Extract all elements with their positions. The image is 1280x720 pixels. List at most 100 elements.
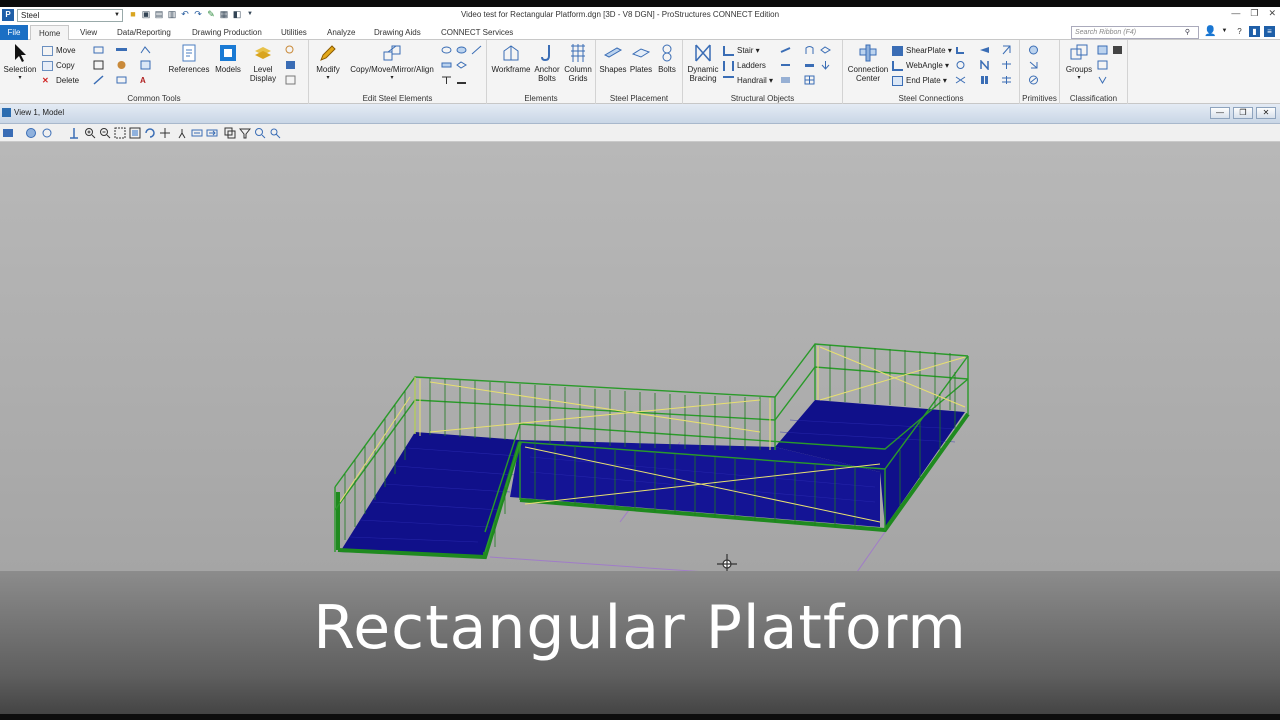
tab-connect-services[interactable]: CONNECT Services (441, 25, 513, 40)
classify-tool-1-icon[interactable] (1097, 45, 1108, 55)
previous-view-icon[interactable] (191, 127, 203, 139)
properties-icon[interactable] (140, 60, 151, 70)
edit-tool-1-icon[interactable] (441, 45, 452, 55)
structural-tool-6-icon[interactable] (820, 60, 831, 70)
edit-tool-3-icon[interactable] (471, 45, 482, 55)
user-icon[interactable]: 👤 (1204, 26, 1216, 37)
connection-tool-6-icon[interactable] (1001, 60, 1012, 70)
structural-tool-8-icon[interactable] (804, 75, 815, 85)
tab-utilities[interactable]: Utilities (281, 25, 307, 40)
measure-icon[interactable] (93, 75, 104, 85)
column-grids-button[interactable]: Column Grids (563, 43, 593, 83)
zoom-out-icon[interactable] (99, 127, 111, 139)
place-line-icon[interactable] (93, 45, 104, 55)
modify-button[interactable]: Modify ▾ (313, 43, 343, 83)
move-button[interactable]: Move (42, 45, 76, 57)
solid-icon[interactable] (1028, 45, 1039, 55)
connection-center-button[interactable]: Connection Center (846, 43, 890, 83)
structural-tool-3-icon[interactable] (820, 45, 831, 55)
shapes-button[interactable]: Shapes (599, 43, 627, 74)
edit-tool-2-icon[interactable] (456, 45, 467, 55)
copy-move-mirror-align-button[interactable]: Copy/Move/Mirror/Align ▾ (346, 43, 438, 83)
minimize-icon[interactable]: — (1231, 8, 1240, 19)
tab-drawing-production[interactable]: Drawing Production (192, 25, 262, 40)
clip-volume-icon[interactable] (239, 127, 251, 139)
connection-tool-2-icon[interactable] (979, 45, 990, 55)
copy-button[interactable]: Copy (42, 60, 75, 72)
level-display-button[interactable]: Level Display (246, 43, 280, 83)
rectangle-icon[interactable] (116, 75, 127, 85)
edit-tool-7-icon[interactable] (456, 75, 467, 85)
classify-tool-3-icon[interactable] (1097, 60, 1108, 70)
tab-view[interactable]: View (80, 25, 97, 40)
view-rotate-icon[interactable] (254, 127, 266, 139)
close-icon[interactable]: ✕ (1268, 8, 1276, 19)
delete-button[interactable]: ✕ Delete (42, 75, 79, 87)
modify-icon[interactable] (140, 45, 151, 55)
window-area-icon[interactable] (114, 127, 126, 139)
panel-icon[interactable]: ≡ (1264, 26, 1275, 37)
walk-icon[interactable] (176, 127, 188, 139)
handrail-button[interactable]: Handrail ▾ (723, 75, 773, 87)
zoom-in-icon[interactable] (84, 127, 96, 139)
view-minimize-icon[interactable]: — (1210, 107, 1230, 119)
structural-tool-1-icon[interactable] (780, 45, 791, 55)
tab-data-reporting[interactable]: Data/Reporting (117, 25, 171, 40)
search-ribbon-input[interactable]: Search Ribbon (F4) ⚲ (1071, 26, 1199, 39)
update-view-icon[interactable] (68, 127, 80, 139)
workframe-button[interactable]: Workframe (491, 43, 531, 74)
extrude-icon[interactable] (1028, 60, 1039, 70)
connection-tool-3-icon[interactable] (1001, 45, 1012, 55)
selection-button[interactable]: Selection ▾ (3, 43, 37, 83)
next-view-icon[interactable] (206, 127, 218, 139)
edit-tool-5-icon[interactable] (456, 60, 467, 70)
help-icon[interactable]: ? (1234, 26, 1245, 37)
groups-button[interactable]: Groups ▾ (1064, 43, 1094, 83)
ladders-button[interactable]: Ladders (723, 60, 766, 72)
connect-icon[interactable]: ▮ (1249, 26, 1260, 37)
edit-tool-6-icon[interactable] (441, 75, 452, 85)
fence-icon[interactable] (93, 60, 104, 70)
user-dropdown-icon[interactable]: ▼ (1219, 26, 1230, 37)
place-block-icon[interactable] (116, 45, 127, 55)
structural-tool-2-icon[interactable] (804, 45, 815, 55)
attributes-icon[interactable] (116, 60, 127, 70)
plates-button[interactable]: Plates (628, 43, 654, 74)
structural-tool-5-icon[interactable] (804, 60, 815, 70)
classify-tool-2-icon[interactable] (1112, 45, 1123, 55)
structural-tool-4-icon[interactable] (780, 60, 791, 70)
structural-tool-7-icon[interactable] (780, 75, 791, 85)
restore-icon[interactable]: ❐ (1250, 8, 1258, 19)
camera-icon[interactable] (269, 127, 281, 139)
display-style-icon[interactable] (285, 60, 296, 70)
edit-tool-4-icon[interactable] (441, 60, 452, 70)
dynamic-bracing-button[interactable]: Dynamic Bracing (685, 43, 721, 83)
platform-model[interactable] (0, 142, 1280, 571)
fit-view-icon[interactable] (129, 127, 141, 139)
rotate-view-icon[interactable] (144, 127, 156, 139)
pan-view-icon[interactable] (159, 127, 171, 139)
bolts-button[interactable]: Bolts (654, 43, 680, 74)
connection-tool-7-icon[interactable] (955, 75, 966, 85)
endplate-button[interactable]: End Plate ▾ (892, 75, 947, 87)
copy-view-icon[interactable] (224, 127, 236, 139)
tab-analyze[interactable]: Analyze (327, 25, 355, 40)
connection-tool-8-icon[interactable] (979, 75, 990, 85)
view-restore-icon[interactable]: ❐ (1233, 107, 1253, 119)
view-close-icon[interactable]: ✕ (1256, 107, 1276, 119)
connection-tool-1-icon[interactable] (955, 45, 966, 55)
webangle-button[interactable]: WebAngle ▾ (892, 60, 949, 72)
tab-file[interactable]: File (0, 25, 28, 40)
tab-drawing-aids[interactable]: Drawing Aids (374, 25, 421, 40)
display-style-icon[interactable] (25, 127, 37, 139)
view-attributes-icon[interactable] (2, 127, 14, 139)
tab-home[interactable]: Home (30, 25, 70, 40)
references-button[interactable]: References (168, 43, 210, 74)
cylinder-icon[interactable] (1028, 75, 1039, 85)
model-viewport[interactable] (0, 142, 1280, 571)
models-button[interactable]: Models (212, 43, 244, 74)
connection-tool-5-icon[interactable] (979, 60, 990, 70)
classify-tool-4-icon[interactable] (1097, 75, 1108, 85)
connection-tool-4-icon[interactable] (955, 60, 966, 70)
search-icon[interactable]: ⚲ (1185, 27, 1190, 38)
